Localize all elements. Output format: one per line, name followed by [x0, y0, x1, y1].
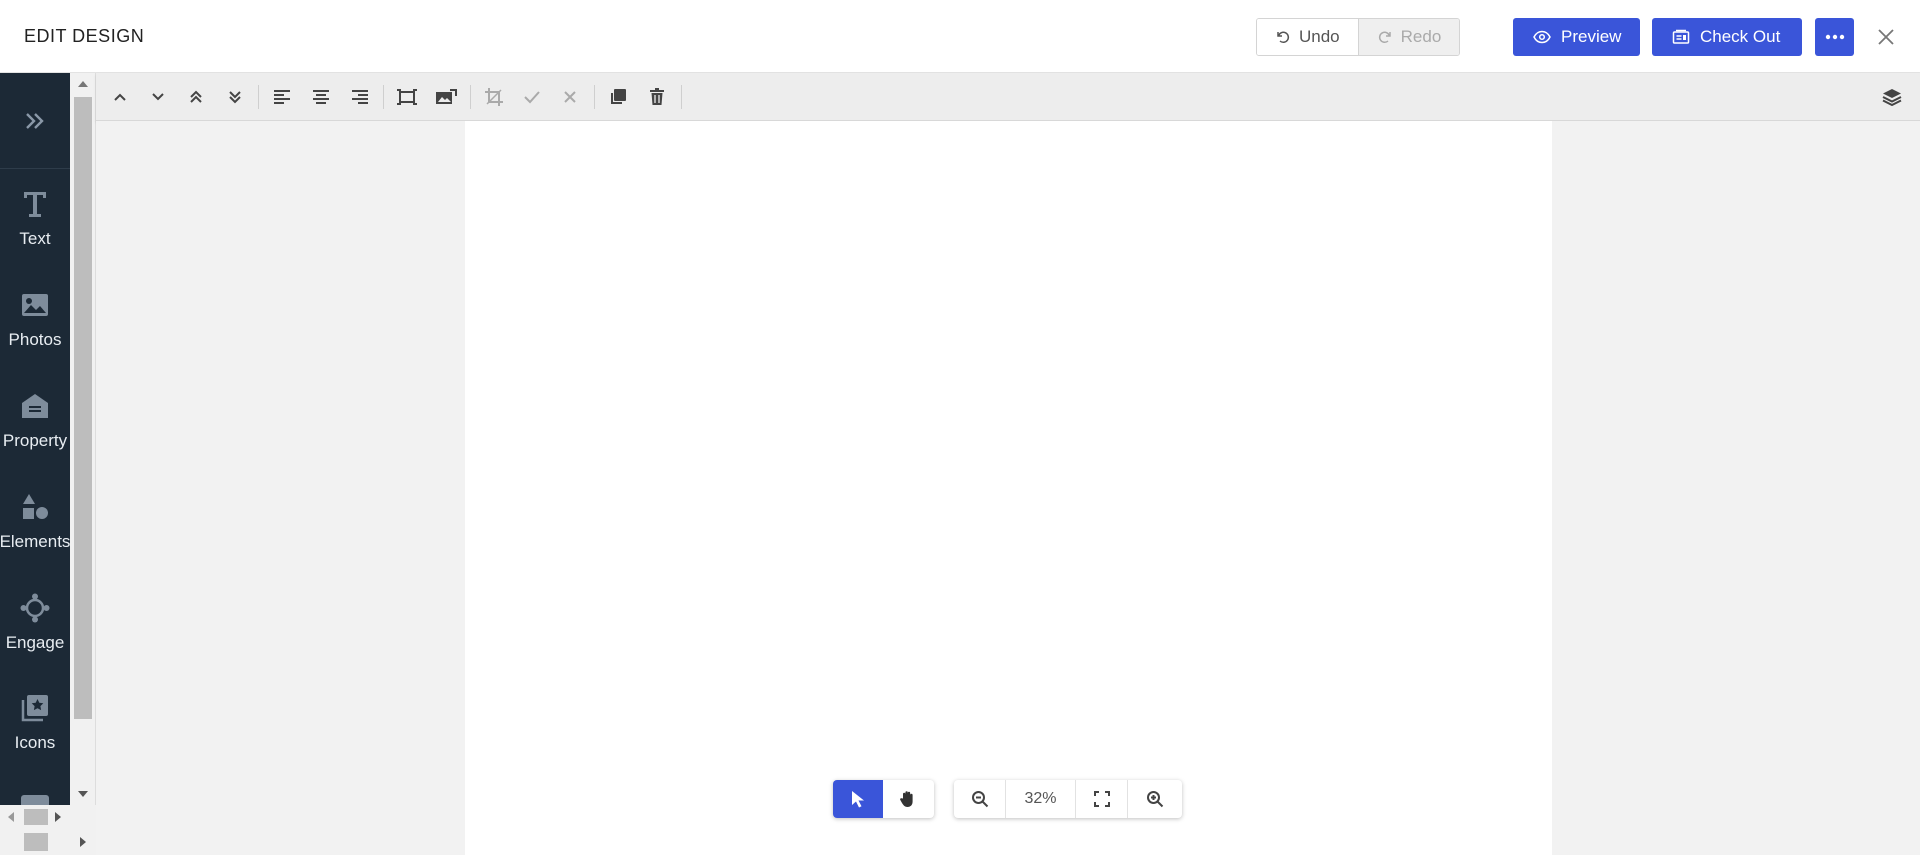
- zoom-in-icon: [1146, 790, 1164, 808]
- toolbar-divider: [470, 85, 471, 109]
- checkout-icon: [1672, 29, 1690, 45]
- scroll-right-arrow-icon[interactable]: [78, 836, 88, 848]
- hand-icon: [899, 790, 917, 808]
- toolbar-divider: [681, 85, 682, 109]
- sidebar-item-icons[interactable]: Icons: [0, 673, 70, 773]
- scrollbar-thumb[interactable]: [24, 809, 48, 825]
- cursor-icon: [851, 790, 865, 808]
- design-page[interactable]: [465, 121, 1552, 855]
- scroll-right-arrow-icon[interactable]: [53, 811, 63, 823]
- sidebar-item-label: Icons: [14, 733, 56, 752]
- align-right-icon[interactable]: [348, 86, 372, 108]
- expand-sidebar-button[interactable]: [0, 73, 70, 169]
- sidebar-item-property[interactable]: Property: [0, 371, 70, 471]
- toolbar-divider: [258, 85, 259, 109]
- scroll-up-arrow-icon[interactable]: [78, 79, 88, 89]
- close-button[interactable]: [1871, 22, 1901, 52]
- sidebar-scrollbar[interactable]: [70, 73, 96, 808]
- ellipsis-icon: [1825, 34, 1845, 40]
- fit-frame-icon[interactable]: [395, 86, 419, 108]
- shapes-icon: [21, 490, 49, 524]
- house-icon: [21, 389, 49, 423]
- page-title: EDIT DESIGN: [24, 26, 145, 46]
- toolbar-divider: [594, 85, 595, 109]
- sidebar-item-label: Elements: [0, 532, 71, 551]
- sidebar: Text Photos Property Elements Engage Ico…: [0, 73, 70, 808]
- undo-icon: [1275, 29, 1291, 45]
- image-icon: [21, 288, 49, 322]
- replace-image-icon[interactable]: [434, 86, 458, 108]
- zoom-controls: 32%: [954, 780, 1182, 818]
- undo-label: Undo: [1299, 27, 1340, 46]
- align-left-icon[interactable]: [270, 86, 294, 108]
- scrollbar-thumb[interactable]: [24, 833, 48, 851]
- history-controls: Undo Redo: [1256, 18, 1461, 56]
- scrollbar-thumb[interactable]: [74, 97, 92, 719]
- cancel-icon[interactable]: [558, 86, 582, 108]
- editing-toolbar: [96, 73, 1920, 121]
- undo-button[interactable]: Undo: [1257, 19, 1358, 55]
- pan-tool-button[interactable]: [883, 780, 933, 818]
- design-canvas[interactable]: [96, 121, 1920, 855]
- canvas-mode-controls: [833, 780, 934, 818]
- check-out-button[interactable]: Check Out: [1652, 18, 1802, 56]
- select-tool-button[interactable]: [833, 780, 883, 818]
- crop-icon[interactable]: [482, 86, 506, 108]
- eye-icon: [1533, 30, 1551, 44]
- double-chevron-right-icon: [24, 112, 46, 130]
- fit-to-screen-button[interactable]: [1076, 780, 1128, 818]
- scroll-down-arrow-icon[interactable]: [78, 789, 88, 799]
- delete-icon[interactable]: [645, 86, 669, 108]
- duplicate-icon[interactable]: [606, 86, 630, 108]
- move-down-icon[interactable]: [146, 86, 170, 108]
- sidebar-item-label: Photos: [8, 330, 62, 349]
- redo-icon: [1377, 29, 1393, 45]
- layers-button[interactable]: [1880, 86, 1904, 108]
- scroll-left-arrow-icon[interactable]: [6, 811, 16, 823]
- layers-icon: [1882, 88, 1902, 106]
- zoom-in-button[interactable]: [1128, 780, 1182, 818]
- icon-library-icon: [21, 691, 49, 725]
- sidebar-item-label: Property: [2, 431, 68, 450]
- redo-button[interactable]: Redo: [1357, 19, 1460, 55]
- horizontal-scrollbar-2[interactable]: [0, 829, 96, 855]
- sidebar-item-text[interactable]: Text: [0, 169, 70, 269]
- horizontal-scrollbar-1[interactable]: [0, 805, 96, 829]
- zoom-out-icon: [971, 790, 989, 808]
- preview-label: Preview: [1561, 27, 1622, 46]
- send-to-back-icon[interactable]: [223, 86, 247, 108]
- sidebar-item-elements[interactable]: Elements: [0, 472, 70, 572]
- redo-label: Redo: [1400, 27, 1442, 46]
- sidebar-item-engage[interactable]: Engage: [0, 573, 70, 673]
- sidebar-item-label: Engage: [5, 633, 65, 652]
- text-icon: [22, 187, 48, 221]
- confirm-icon[interactable]: [520, 86, 544, 108]
- zoom-out-button[interactable]: [954, 780, 1006, 818]
- sidebar-item-label: Text: [19, 229, 51, 248]
- bring-to-front-icon[interactable]: [184, 86, 208, 108]
- align-center-icon[interactable]: [309, 86, 333, 108]
- preview-button[interactable]: Preview: [1513, 18, 1640, 56]
- checkout-label: Check Out: [1700, 27, 1781, 46]
- toolbar-divider: [383, 85, 384, 109]
- move-up-icon[interactable]: [108, 86, 132, 108]
- more-options-button[interactable]: [1815, 18, 1854, 56]
- sidebar-item-photos[interactable]: Photos: [0, 270, 70, 370]
- zoom-level: 32%: [1006, 780, 1076, 818]
- fullscreen-icon: [1093, 791, 1110, 807]
- engage-icon: [20, 591, 50, 625]
- close-icon: [1877, 28, 1895, 46]
- header-bar: EDIT DESIGN Undo Redo Preview Check Out: [0, 0, 1920, 73]
